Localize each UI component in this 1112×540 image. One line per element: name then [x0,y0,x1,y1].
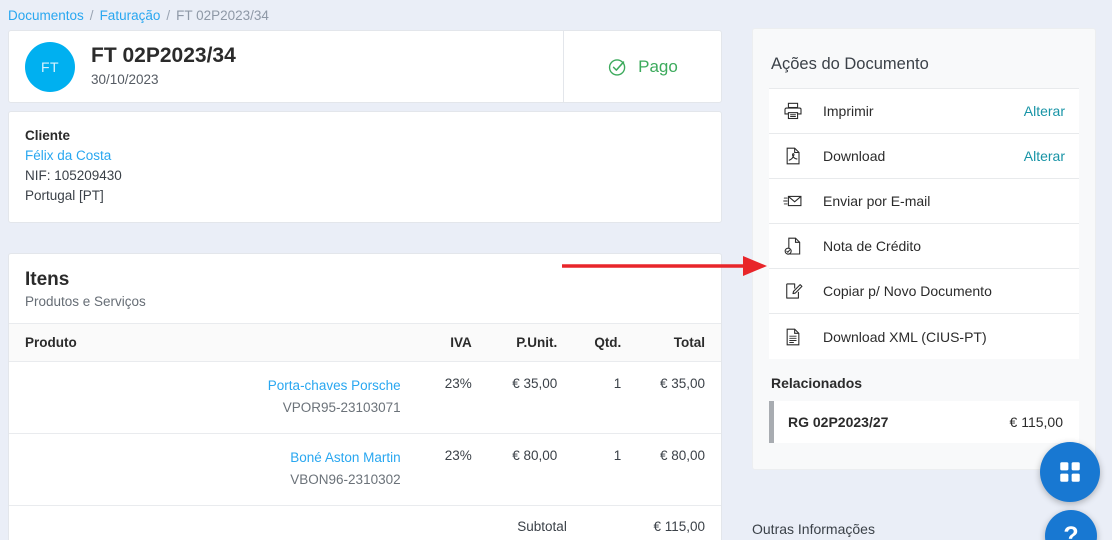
subtotal-label: Subtotal [436,506,593,540]
document-identity: FT FT 02P2023/34 30/10/2023 [9,31,564,102]
column-header-iva: IVA [401,324,472,362]
action-nota-de-credito[interactable]: Nota de Crédito [769,224,1079,269]
related-document-value: € 115,00 [1010,414,1063,430]
column-header-total: Total [621,324,721,362]
xml-file-icon [783,327,803,347]
breadcrumb-item-faturacao[interactable]: Faturação [100,8,161,24]
related-document-name: RG 02P2023/27 [788,414,1010,430]
action-enviar-email[interactable]: Enviar por E-mail [769,179,1079,224]
totals-table: Subtotal € 115,00 Total € 115,00 [9,506,721,540]
breadcrumb-separator: / [90,8,94,24]
help-button-label: ? [1063,524,1078,540]
printer-icon [783,101,803,121]
item-unit-price: € 35,00 [472,362,557,434]
item-reference: VPOR95-23103071 [9,398,401,417]
action-label: Download XML (CIUS-PT) [823,329,1065,345]
invoice-detail-page: Documentos / Faturação / FT 02P2023/34 F… [0,0,1112,540]
item-name-link[interactable]: Porta-chaves Porsche [9,376,401,395]
help-button[interactable]: ? [1045,510,1097,540]
item-iva: 23% [401,362,472,434]
action-label: Copiar p/ Novo Documento [823,283,1065,299]
page-title: FT 02P2023/34 [91,43,236,68]
action-imprimir[interactable]: Imprimir Alterar [769,89,1079,134]
item-total: € 80,00 [621,434,721,506]
action-alterar-link[interactable]: Alterar [1024,103,1065,119]
related-title: Relacionados [753,359,1095,401]
items-header: Itens Produtos e Serviços [9,254,721,323]
item-total: € 35,00 [621,362,721,434]
item-product-cell: Boné Aston Martin VBON96-2310302 [9,434,401,506]
action-label: Imprimir [823,103,1024,119]
breadcrumb-separator: / [166,8,170,24]
item-name-link[interactable]: Boné Aston Martin [9,448,401,467]
column-header-produto: Produto [9,324,401,362]
document-main-column: FT FT 02P2023/34 30/10/2023 Pago Cliente… [8,30,722,540]
action-download-xml[interactable]: Download XML (CIUS-PT) [769,314,1079,359]
items-table-header-row: Produto IVA P.Unit. Qtd. Total [9,324,721,362]
status-label: Pago [638,57,678,77]
item-iva: 23% [401,434,472,506]
breadcrumb: Documentos / Faturação / FT 02P2023/34 [8,8,269,24]
item-qty: 1 [557,362,621,434]
actions-list: Imprimir Alterar Download Alterar En [769,88,1079,359]
action-download[interactable]: Download Alterar [769,134,1079,179]
table-row[interactable]: Boné Aston Martin VBON96-2310302 23% € 8… [9,434,721,506]
document-check-icon [783,236,803,256]
breadcrumb-item-current: FT 02P2023/34 [176,8,269,24]
action-label: Enviar por E-mail [823,193,1065,209]
totals-spacer [9,506,436,540]
related-list: RG 02P2023/27 € 115,00 [769,401,1079,443]
status-badge: Pago [564,31,721,102]
subtotal-row: Subtotal € 115,00 [9,506,721,540]
items-card: Itens Produtos e Serviços Produto IVA P.… [8,253,722,540]
document-date: 30/10/2023 [91,70,236,90]
action-copiar-novo-documento[interactable]: Copiar p/ Novo Documento [769,269,1079,314]
items-subtitle: Produtos e Serviços [25,292,705,311]
related-row[interactable]: RG 02P2023/27 € 115,00 [769,401,1079,443]
action-label: Nota de Crédito [823,238,1065,254]
document-header-card: FT FT 02P2023/34 30/10/2023 Pago [8,30,722,103]
document-titles: FT 02P2023/34 30/10/2023 [91,43,236,90]
table-row[interactable]: Porta-chaves Porsche VPOR95-23103071 23%… [9,362,721,434]
grid-apps-icon [1057,459,1083,485]
apps-grid-button[interactable] [1040,442,1100,502]
client-card: Cliente Félix da Costa NIF: 105209430 Po… [8,111,722,223]
item-reference: VBON96-2310302 [9,470,401,489]
other-information-title: Outras Informações [752,521,875,537]
client-nif: NIF: 105209430 [25,166,705,186]
copy-edit-icon [783,281,803,301]
panel-title: Ações do Documento [753,29,1095,88]
subtotal-value: € 115,00 [593,506,721,540]
circle-check-icon [607,56,629,78]
column-header-qtd: Qtd. [557,324,621,362]
column-header-punit: P.Unit. [472,324,557,362]
items-table: Produto IVA P.Unit. Qtd. Total Porta-cha… [9,323,721,506]
item-product-cell: Porta-chaves Porsche VPOR95-23103071 [9,362,401,434]
action-alterar-link[interactable]: Alterar [1024,148,1065,164]
envelope-send-icon [783,191,803,211]
item-qty: 1 [557,434,621,506]
client-country: Portugal [PT] [25,186,705,206]
action-label: Download [823,148,1024,164]
items-title: Itens [25,268,705,291]
avatar: FT [25,42,75,92]
breadcrumb-item-documentos[interactable]: Documentos [8,8,84,24]
client-name-link[interactable]: Félix da Costa [25,146,705,166]
item-unit-price: € 80,00 [472,434,557,506]
document-actions-panel: Ações do Documento Imprimir Alterar [752,28,1096,470]
client-label: Cliente [25,126,705,146]
pdf-file-icon [783,146,803,166]
